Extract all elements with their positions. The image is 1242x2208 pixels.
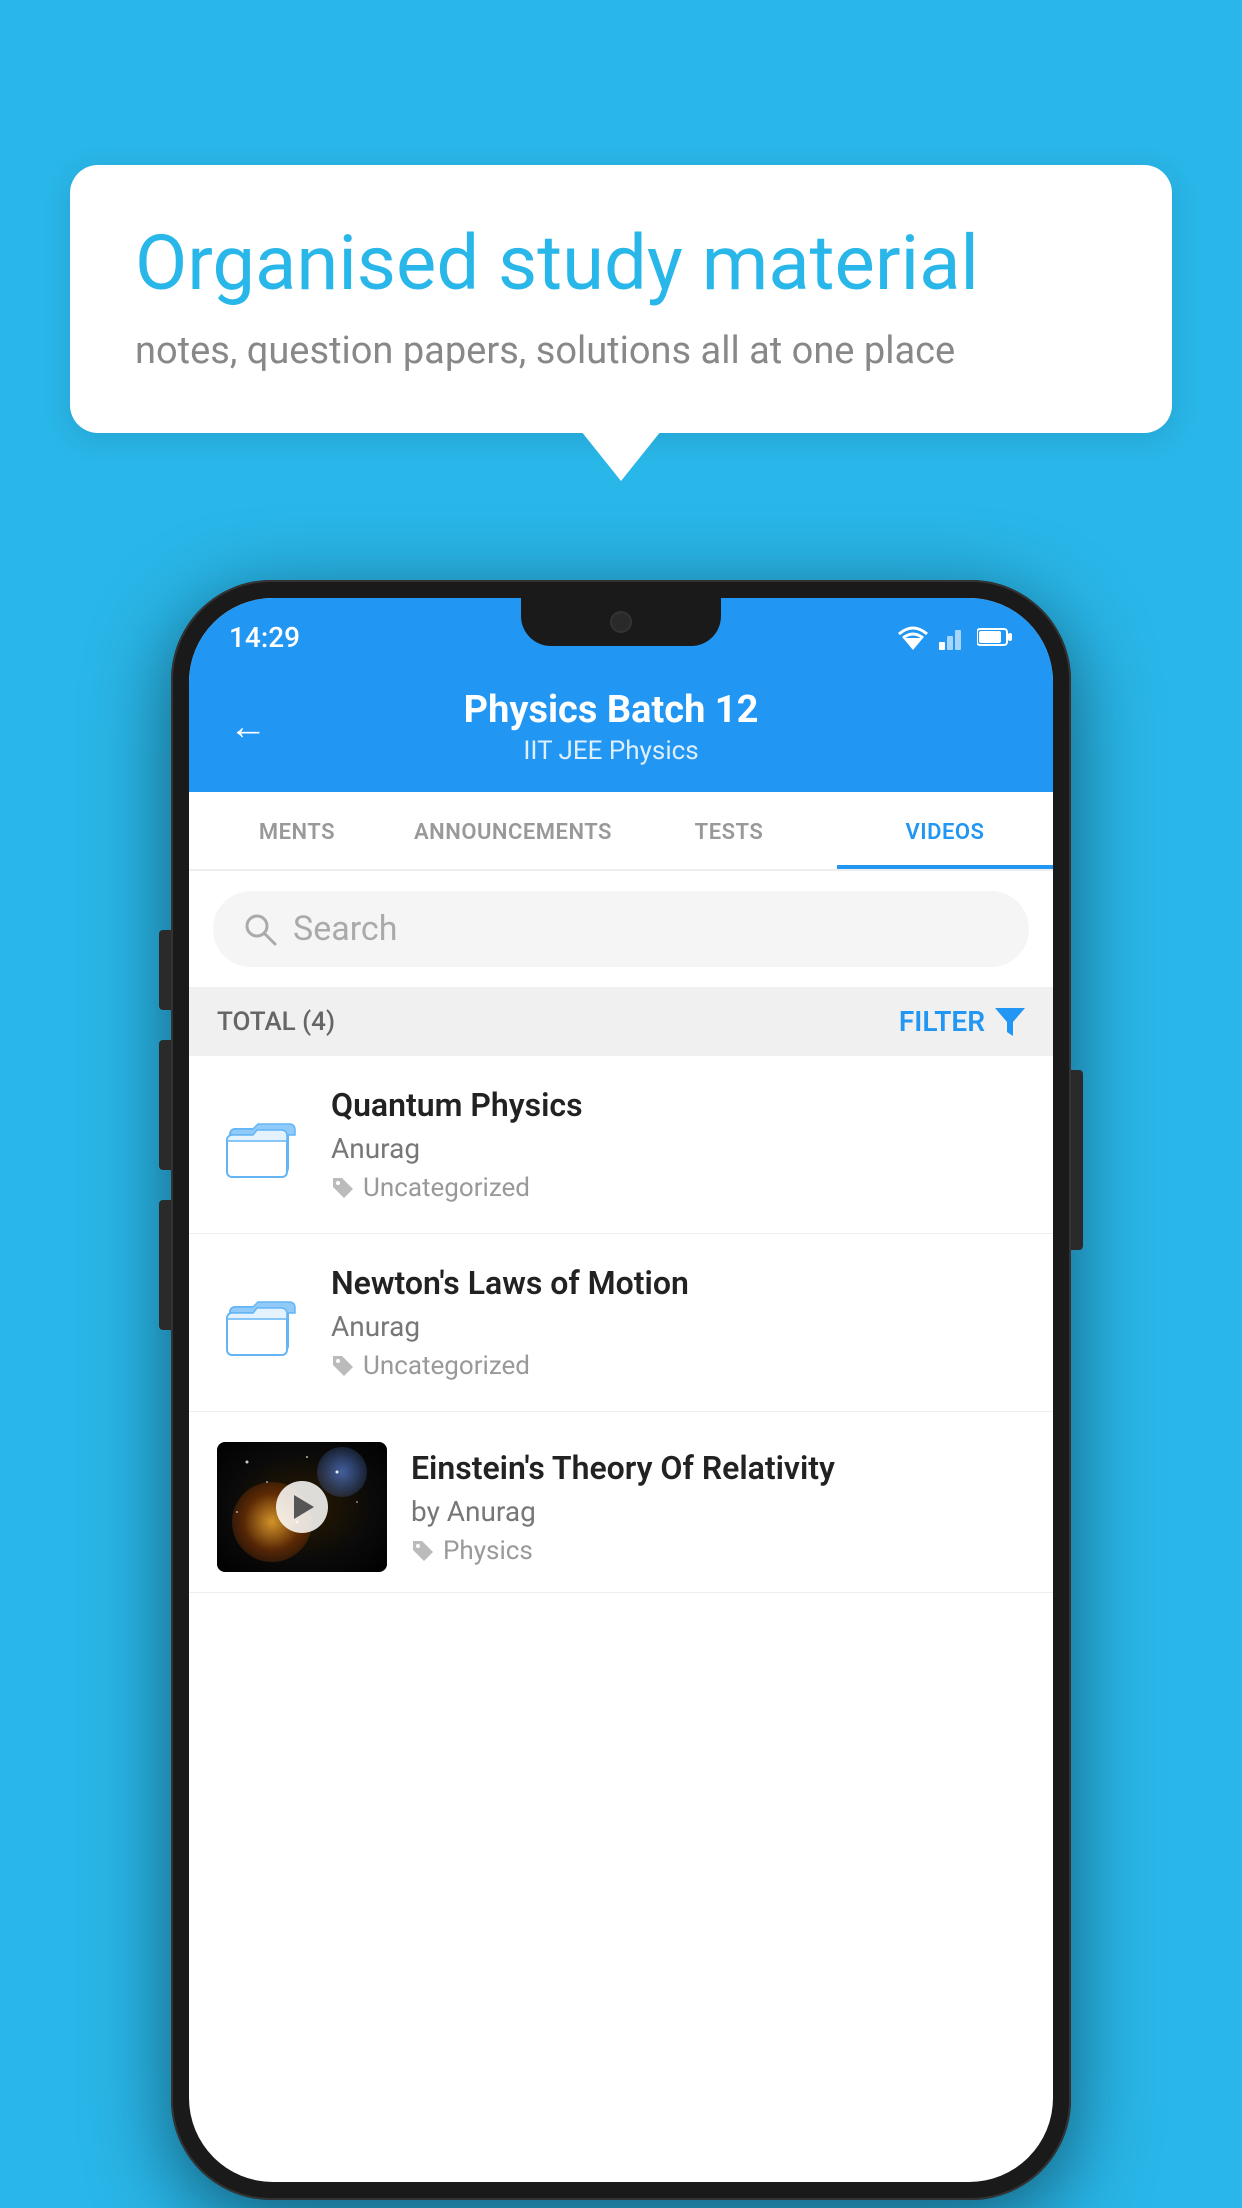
video-info: Quantum Physics Anurag Uncategorized	[331, 1086, 1025, 1203]
wifi-icon	[897, 624, 929, 650]
tag-icon-3	[411, 1539, 435, 1563]
filter-bar: TOTAL (4) FILTER	[189, 987, 1053, 1056]
folder-icon-2	[225, 1285, 300, 1360]
list-item[interactable]: Newton's Laws of Motion Anurag Uncategor…	[189, 1234, 1053, 1412]
batch-title: Physics Batch 12	[287, 688, 935, 732]
phone-notch	[521, 598, 721, 646]
video-author-2: Anurag	[331, 1310, 1025, 1343]
batch-subtitle: IIT JEE Physics	[287, 736, 935, 766]
filter-button[interactable]: FILTER	[899, 1005, 1025, 1038]
search-icon	[243, 912, 277, 946]
phone-mockup: 14:29	[171, 580, 1071, 2200]
bubble-subtitle: notes, question papers, solutions all at…	[135, 329, 1107, 373]
bubble-title: Organised study material	[135, 220, 1107, 307]
status-time: 14:29	[229, 621, 300, 654]
folder-icon-wrap	[217, 1100, 307, 1190]
signal-icon	[939, 624, 967, 650]
filter-icon	[995, 1008, 1025, 1036]
tag-icon-2	[331, 1354, 355, 1378]
video-title: Quantum Physics	[331, 1086, 1025, 1124]
video-title-3: Einstein's Theory Of Relativity	[411, 1449, 1025, 1487]
phone-button-left3	[159, 1200, 171, 1330]
video-info-3: Einstein's Theory Of Relativity by Anura…	[411, 1449, 1025, 1566]
search-placeholder: Search	[293, 909, 397, 949]
total-count: TOTAL (4)	[217, 1007, 335, 1037]
play-triangle	[294, 1495, 314, 1519]
video-tag: Uncategorized	[331, 1173, 1025, 1203]
tab-announcements[interactable]: ANNOUNCEMENTS	[405, 792, 621, 869]
phone-button-left1	[159, 930, 171, 1010]
battery-icon	[977, 626, 1013, 648]
video-tag-3: Physics	[411, 1536, 1025, 1566]
tabs-bar: MENTS ANNOUNCEMENTS TESTS VIDEOS	[189, 792, 1053, 871]
play-button[interactable]	[276, 1481, 328, 1533]
video-info-2: Newton's Laws of Motion Anurag Uncategor…	[331, 1264, 1025, 1381]
search-bar[interactable]: Search	[213, 891, 1029, 967]
video-tag-2: Uncategorized	[331, 1351, 1025, 1381]
phone-camera	[610, 611, 632, 633]
header-title-area: Physics Batch 12 IIT JEE Physics	[287, 688, 935, 766]
phone-button-right	[1071, 1070, 1083, 1250]
video-thumbnail	[217, 1442, 387, 1572]
tab-tests[interactable]: TESTS	[621, 792, 837, 869]
app-header: ← Physics Batch 12 IIT JEE Physics	[189, 666, 1053, 792]
video-author-3: by Anurag	[411, 1495, 1025, 1528]
tag-icon	[331, 1176, 355, 1200]
speech-bubble: Organised study material notes, question…	[70, 165, 1172, 433]
phone-button-left2	[159, 1040, 171, 1170]
filter-label: FILTER	[899, 1005, 985, 1038]
search-container: Search	[189, 871, 1053, 987]
video-title-2: Newton's Laws of Motion	[331, 1264, 1025, 1302]
list-item[interactable]: Quantum Physics Anurag Uncategorized	[189, 1056, 1053, 1234]
video-list: Quantum Physics Anurag Uncategorized	[189, 1056, 1053, 1593]
status-icons	[897, 624, 1013, 650]
list-item[interactable]: Einstein's Theory Of Relativity by Anura…	[189, 1412, 1053, 1593]
tab-ments[interactable]: MENTS	[189, 792, 405, 869]
tab-videos[interactable]: VIDEOS	[837, 792, 1053, 869]
folder-icon-wrap-2	[217, 1278, 307, 1368]
folder-icon	[225, 1107, 300, 1182]
video-author: Anurag	[331, 1132, 1025, 1165]
back-button[interactable]: ←	[229, 705, 267, 749]
